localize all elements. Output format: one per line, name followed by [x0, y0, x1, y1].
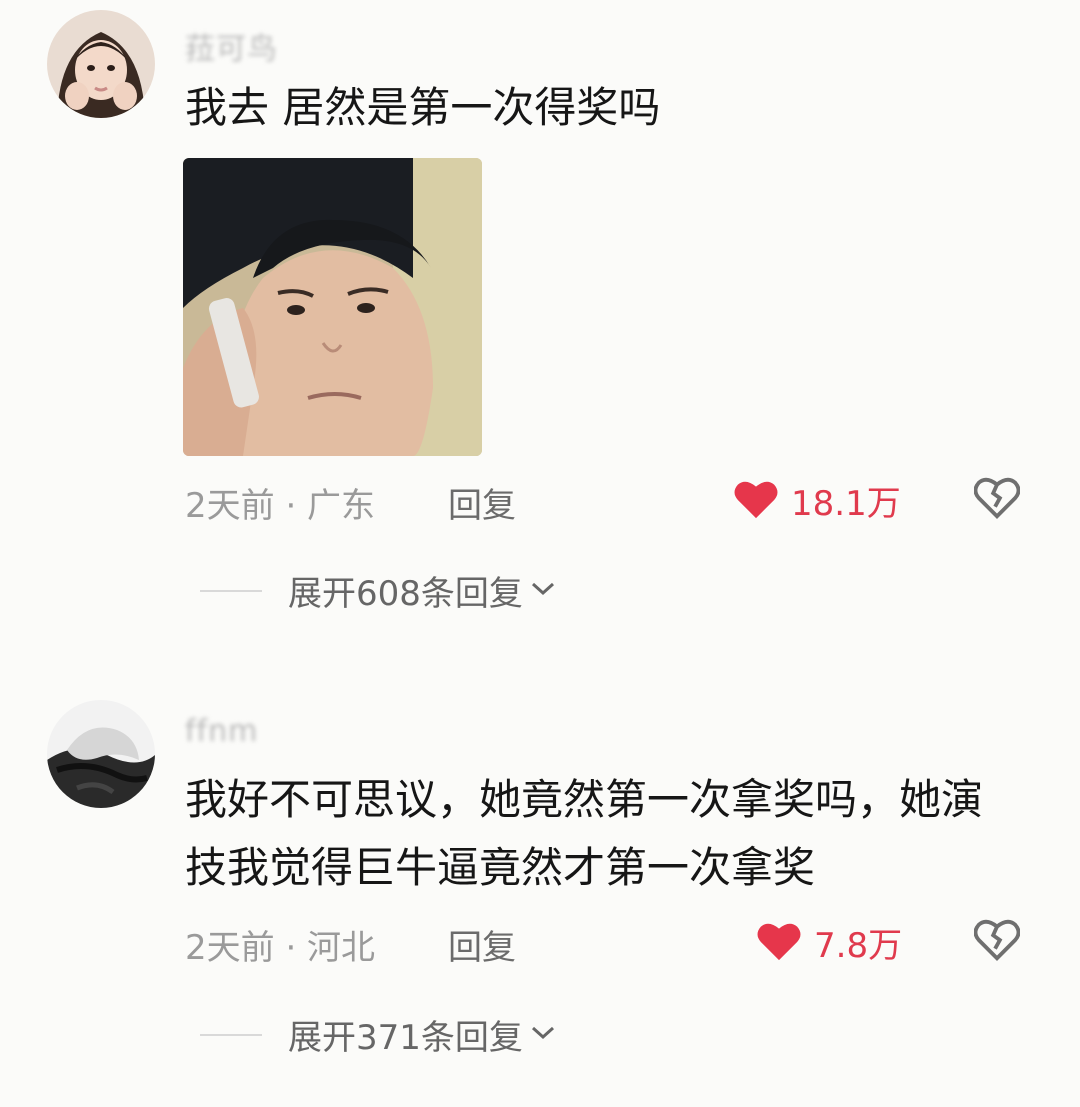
expand-replies-label: 展开371条回复: [288, 1018, 523, 1058]
broken-heart-icon: [973, 477, 1021, 526]
username[interactable]: 菈可鸟: [185, 24, 278, 68]
dislike-button[interactable]: [973, 918, 1021, 964]
time-location: 2天前 · 广东: [185, 486, 376, 526]
time-location: 2天前 · 河北: [185, 928, 376, 968]
expand-replies-label: 展开608条回复: [288, 574, 523, 614]
broken-heart-icon: [973, 919, 1021, 968]
meme-image[interactable]: [183, 158, 482, 456]
like-button[interactable]: 18.1万: [733, 476, 901, 525]
like-count: 7.8万: [814, 926, 903, 966]
avatar[interactable]: [47, 10, 155, 118]
chevron-down-icon: [529, 580, 557, 602]
reply-button[interactable]: 回复: [448, 920, 516, 969]
avatar[interactable]: [47, 700, 155, 808]
username[interactable]: ffnm: [185, 714, 258, 749]
comment-text-line: 技我觉得巨牛逼竟然才第一次拿奖: [185, 843, 816, 892]
heart-icon: [756, 920, 802, 966]
dislike-button[interactable]: [973, 476, 1021, 522]
comment-text: 我好不可思议，她竟然第一次拿奖吗，她演 技我觉得巨牛逼竟然才第一次拿奖: [185, 766, 1045, 902]
expand-replies[interactable]: 展开608条回复: [200, 566, 557, 615]
heart-icon: [733, 478, 779, 524]
chevron-down-icon: [529, 1024, 557, 1046]
comment-text: 我去 居然是第一次得奖吗: [185, 83, 661, 132]
comment-text-line: 我好不可思议，她竟然第一次拿奖吗，她演: [185, 775, 984, 824]
like-count: 18.1万: [791, 484, 901, 524]
like-button[interactable]: 7.8万: [756, 918, 902, 967]
reply-button[interactable]: 回复: [448, 478, 516, 527]
divider: [200, 1033, 262, 1036]
expand-replies[interactable]: 展开371条回复: [200, 1010, 557, 1059]
divider: [200, 589, 262, 592]
